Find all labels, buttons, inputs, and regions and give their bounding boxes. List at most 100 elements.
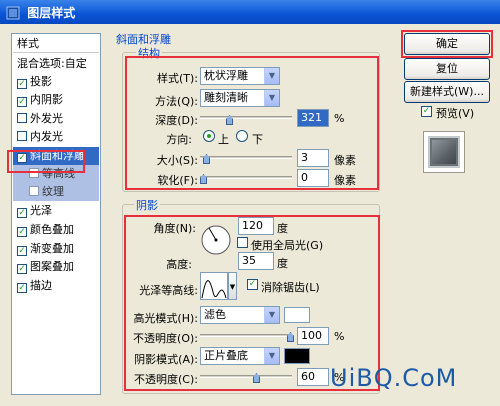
styles-list-item-label: 等高线 [42, 167, 75, 180]
styles-list-item-label: 内阴影 [30, 93, 63, 106]
styles-list-item-label: 颜色叠加 [30, 223, 74, 236]
direction-down-label[interactable]: 下 [252, 131, 263, 147]
styles-list-item-label: 描边 [30, 279, 52, 292]
global-light-checkbox[interactable] [237, 237, 248, 248]
checkbox-checked-icon[interactable]: ✓ [17, 246, 27, 256]
styles-list-item[interactable]: ✓ 斜面和浮雕 [13, 147, 99, 165]
shadow-opacity-label: 不透明度(C): [134, 373, 198, 386]
highlight-mode-value: 滤色 [204, 308, 226, 321]
styles-list-item[interactable]: ✓ 颜色叠加 [13, 221, 99, 239]
highlight-opacity-unit: % [334, 330, 345, 343]
anti-alias-label[interactable]: 消除锯齿(L) [261, 279, 320, 295]
window-title: 图层样式 [27, 6, 76, 20]
angle-dial[interactable] [200, 224, 232, 256]
style-select[interactable]: 枕状浮雕 ▼ [200, 67, 280, 85]
altitude-input[interactable]: 35 [238, 252, 274, 270]
shadow-opacity-input[interactable]: 60 [297, 368, 329, 386]
direction-up-label[interactable]: 上 [218, 131, 229, 147]
size-slider-track[interactable] [200, 156, 292, 159]
title-bar: 图层样式 [0, 0, 500, 24]
direction-down-radio[interactable] [236, 130, 248, 142]
styles-list-item[interactable]: ✓ 图案叠加 [13, 258, 99, 276]
size-input[interactable]: 3 [297, 149, 329, 167]
shadow-mode-select[interactable]: 正片叠底 ▼ [200, 347, 280, 365]
photoshop-app-icon [6, 6, 20, 20]
chevron-down-icon[interactable]: ▼ [264, 90, 279, 106]
style-select-value: 枕状浮雕 [204, 69, 248, 82]
shading-group-title: 阴影 [134, 197, 160, 213]
shadow-opacity-track[interactable] [200, 375, 292, 378]
styles-list-item[interactable]: 内发光 [13, 128, 99, 146]
depth-slider-track[interactable] [200, 116, 292, 119]
styles-list-item[interactable]: ✓ 描边 [13, 277, 99, 295]
checkbox-checked-icon[interactable]: ✓ [17, 153, 27, 163]
size-label: 大小(S): [156, 154, 198, 167]
styles-list-item-label: 内发光 [30, 130, 63, 143]
shadow-mode-value: 正片叠底 [204, 349, 248, 362]
checkbox-empty-icon[interactable] [29, 168, 39, 178]
angle-input[interactable]: 120 [238, 217, 274, 235]
depth-input[interactable]: 321 [297, 109, 329, 127]
styles-list-header[interactable]: 样式 [13, 35, 99, 53]
checkbox-checked-icon[interactable]: ✓ [17, 79, 27, 89]
styles-list: 样式 混合选项:自定 ✓ 投影 ✓ 内阴影 外发光 内发光 ✓ 斜面和浮雕 等高线 纹理 ✓ 光泽 ✓ 颜… [11, 33, 101, 395]
styles-list-item-label: 图案叠加 [30, 260, 74, 273]
checkbox-empty-icon[interactable] [29, 186, 39, 196]
checkbox-checked-icon[interactable]: ✓ [17, 97, 27, 107]
styles-list-item[interactable]: ✓ 内阴影 [13, 91, 99, 109]
ok-button[interactable]: 确定 [404, 33, 490, 55]
checkbox-checked-icon[interactable]: ✓ [17, 264, 27, 274]
styles-list-item[interactable]: 纹理 [13, 183, 99, 201]
styles-list-item-label: 外发光 [30, 112, 63, 125]
soften-slider-track[interactable] [200, 176, 292, 179]
preview-swatch [428, 136, 460, 168]
checkbox-checked-icon[interactable]: ✓ [17, 227, 27, 237]
direction-up-radio[interactable] [203, 130, 215, 142]
styles-list-item[interactable]: ✓ 投影 [13, 73, 99, 91]
chevron-down-icon[interactable]: ▼ [264, 307, 279, 323]
checkbox-checked-icon[interactable]: ✓ [17, 283, 27, 293]
highlight-opacity-input[interactable]: 100 [297, 327, 329, 345]
gloss-contour-label: 光泽等高线: [139, 284, 198, 297]
checkbox-checked-icon[interactable]: ✓ [17, 208, 27, 218]
chevron-down-icon[interactable]: ▼ [264, 68, 279, 84]
soften-label: 软化(F): [157, 174, 198, 187]
highlight-mode-label: 高光模式(H): [133, 312, 198, 325]
watermark-text: UiBQ.CoM [330, 364, 458, 392]
angle-unit: 度 [277, 222, 288, 235]
highlight-color-swatch[interactable] [284, 307, 310, 323]
altitude-unit: 度 [277, 257, 288, 270]
styles-list-item-label: 纹理 [42, 185, 64, 198]
styles-list-item[interactable]: 外发光 [13, 110, 99, 128]
chevron-down-icon[interactable]: ▼ [264, 348, 279, 364]
preview-label[interactable]: 预览(V) [436, 105, 474, 121]
angle-label: 角度(N): [153, 222, 196, 235]
styles-list-item[interactable]: ✓ 光泽 [13, 202, 99, 220]
styles-list-item-label: 渐变叠加 [30, 242, 74, 255]
new-style-button[interactable]: 新建样式(W)... [404, 81, 490, 103]
highlight-mode-select[interactable]: 滤色 ▼ [200, 306, 280, 324]
soften-input[interactable]: 0 [297, 169, 329, 187]
highlight-opacity-label: 不透明度(O): [133, 332, 198, 345]
checkbox-empty-icon[interactable] [17, 131, 27, 141]
depth-label: 深度(D): [155, 114, 198, 127]
style-label: 样式(T): [156, 72, 198, 85]
reset-button[interactable]: 复位 [404, 58, 490, 80]
shadow-color-swatch[interactable] [284, 348, 310, 364]
preview-checkbox[interactable]: ✓ [421, 106, 432, 117]
styles-list-item-label: 斜面和浮雕 [30, 149, 85, 162]
shadow-mode-label: 阴影模式(A): [134, 353, 198, 366]
global-light-label[interactable]: 使用全局光(G) [251, 237, 323, 253]
gloss-contour-preview[interactable] [200, 272, 228, 300]
blend-options-item[interactable]: 混合选项:自定 [13, 55, 99, 73]
anti-alias-checkbox[interactable]: ✓ [247, 279, 258, 290]
gloss-contour-dropdown-icon[interactable]: ▼ [228, 272, 237, 300]
checkbox-empty-icon[interactable] [17, 113, 27, 123]
styles-list-item[interactable]: ✓ 渐变叠加 [13, 240, 99, 258]
styles-list-item[interactable]: 等高线 [13, 165, 99, 183]
technique-select[interactable]: 雕刻清晰 ▼ [200, 89, 280, 107]
highlight-opacity-track[interactable] [200, 334, 292, 337]
altitude-label: 高度: [166, 258, 192, 271]
size-unit: 像素 [334, 154, 356, 167]
preview-thumbnail [423, 131, 465, 173]
